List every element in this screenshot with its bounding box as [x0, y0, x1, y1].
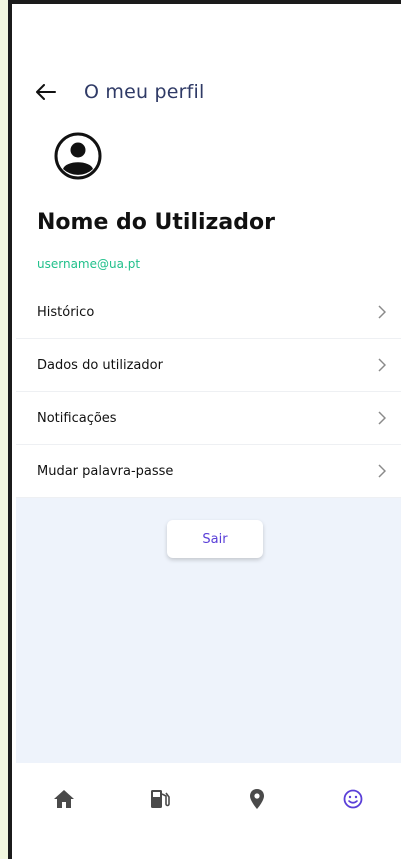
chevron-right-icon: [376, 305, 388, 319]
page-title: O meu perfil: [84, 81, 205, 103]
arrow-left-icon: [36, 84, 56, 100]
nav-map[interactable]: [237, 779, 277, 819]
menu-item-label: Dados do utilizador: [37, 357, 163, 373]
nav-home[interactable]: [44, 779, 84, 819]
user-email: username@ua.pt: [37, 257, 141, 271]
fuel-pump-icon: [151, 790, 171, 808]
chevron-right-icon: [376, 464, 388, 478]
back-button[interactable]: [34, 80, 58, 104]
menu-item-label: Notificações: [37, 410, 117, 426]
menu-item-label: Histórico: [37, 304, 95, 320]
logout-button[interactable]: Sair: [167, 520, 263, 558]
menu-item-dados-utilizador[interactable]: Dados do utilizador: [16, 339, 401, 392]
menu-item-mudar-palavra-passe[interactable]: Mudar palavra-passe: [16, 445, 401, 498]
chevron-right-icon: [376, 411, 388, 425]
user-name: Nome do Utilizador: [37, 210, 275, 235]
nav-fuel[interactable]: [140, 779, 180, 819]
profile-menu: Histórico Dados do utilizador Notificaçõ…: [16, 286, 401, 498]
user-avatar-icon: [54, 132, 102, 180]
home-icon: [54, 790, 75, 808]
bottom-nav: [16, 763, 401, 835]
header: O meu perfil: [34, 76, 374, 108]
menu-item-notificacoes[interactable]: Notificações: [16, 392, 401, 445]
menu-item-historico[interactable]: Histórico: [16, 286, 401, 339]
menu-item-label: Mudar palavra-passe: [37, 463, 174, 479]
smiley-icon: [343, 789, 363, 809]
location-pin-icon: [249, 789, 264, 809]
nav-profile[interactable]: [333, 779, 373, 819]
app-frame: O meu perfil Nome do Utilizador username…: [8, 0, 401, 859]
avatar: [54, 132, 102, 180]
chevron-right-icon: [376, 358, 388, 372]
